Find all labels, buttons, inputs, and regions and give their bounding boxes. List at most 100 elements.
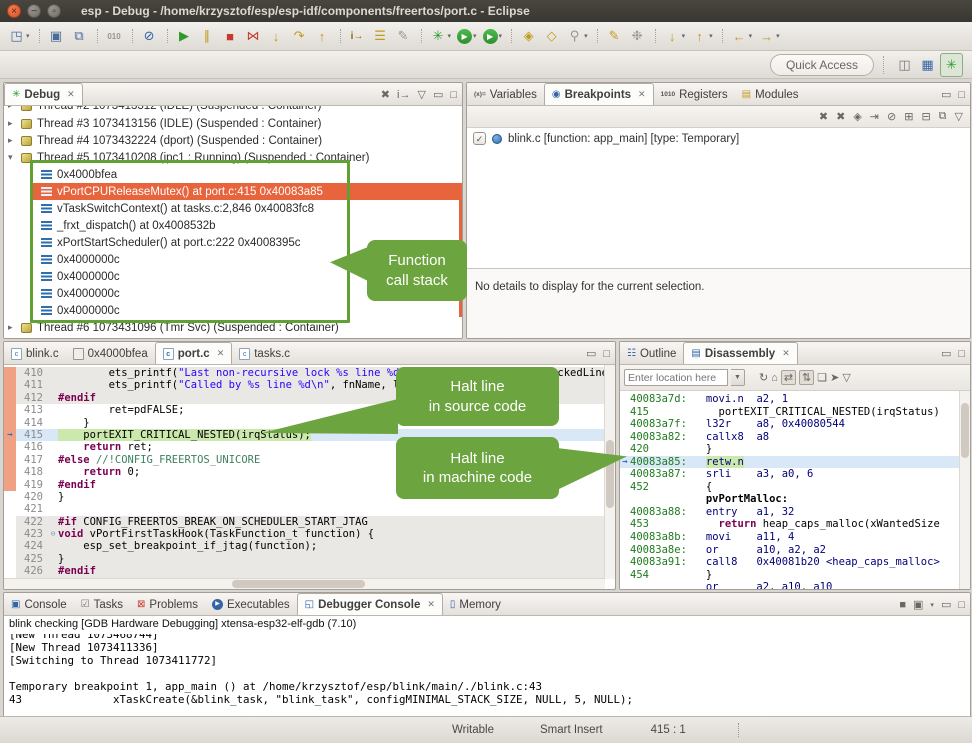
expand-toggle-icon[interactable]: ▸ <box>8 118 21 129</box>
debug-icon[interactable]: ✳▾ <box>428 25 454 47</box>
code-line[interactable]: 422#if CONFIG_FREERTOS_BREAK_ON_SCHEDULE… <box>4 516 605 528</box>
cpp-perspective-icon[interactable]: ▦ <box>917 54 938 76</box>
view-tab[interactable]: ☑ Tasks ✕ <box>74 594 130 615</box>
location-input[interactable] <box>624 369 728 386</box>
code-line[interactable]: 426#endif <box>4 565 605 577</box>
dropdown-arrow-icon[interactable]: ▾ <box>749 32 753 40</box>
home-icon[interactable]: ⌂ <box>771 372 778 384</box>
scrollbar-thumb[interactable] <box>961 403 969 458</box>
code-line[interactable]: 420 } <box>620 443 960 456</box>
code-line[interactable]: or a2, a10, a10 <box>620 581 960 589</box>
code-line[interactable]: 454 } <box>620 569 960 582</box>
view-tab[interactable]: 1010 Registers ✕ <box>654 84 735 105</box>
last-edit-location-icon[interactable]: ↓▾ <box>662 25 688 47</box>
remove-breakpoint-icon[interactable]: ✖ <box>819 110 828 123</box>
step-return-icon[interactable]: ↑▾ <box>312 25 333 47</box>
skip-all-breakpoints-icon[interactable]: ⊘▾ <box>139 25 160 47</box>
view-tab[interactable]: ⊠ Problems ✕ <box>130 594 205 615</box>
minimize-icon[interactable]: ▭ <box>941 347 951 360</box>
scrollbar-thumb[interactable] <box>232 580 364 588</box>
maximize-icon[interactable]: □ <box>603 348 610 360</box>
instruction-stepping-mode-icon[interactable]: i→ <box>397 89 410 101</box>
new-view-icon[interactable]: ❏ <box>817 371 827 384</box>
display-selected-console-icon[interactable]: ▣ <box>913 598 923 611</box>
breakpoint-item[interactable]: ✓ blink.c [function: app_main] [type: Te… <box>467 128 970 149</box>
code-line[interactable]: 40083a7d: movi.n a2, 1 <box>620 393 960 406</box>
minimize-icon[interactable]: ▭ <box>941 88 951 101</box>
minimize-icon[interactable]: ▭ <box>586 347 596 360</box>
code-line[interactable]: pvPortMalloc: <box>620 493 960 506</box>
editor-tab[interactable]: c port.c ✕ <box>155 342 233 364</box>
edit-step-filters-icon[interactable]: ✎▾ <box>393 25 414 47</box>
forward-icon[interactable]: →▾ <box>756 25 782 47</box>
view-tab[interactable]: (x)= Variables ✕ <box>467 84 544 105</box>
mark-occurrences-icon[interactable]: ✎▾ <box>604 25 625 47</box>
window-maximize-button[interactable]: ▫ <box>47 4 61 18</box>
goto-last-position-icon[interactable]: ↑▾ <box>689 25 715 47</box>
collapse-all-icon[interactable]: ⊟ <box>921 110 930 123</box>
goto-breakpoint-file-icon[interactable]: ⇥ <box>870 110 879 123</box>
external-tools-icon[interactable]: ▶▾ <box>481 25 505 47</box>
window-close-button[interactable]: × <box>7 4 21 18</box>
refresh-view-icon[interactable]: ↻ <box>759 371 768 384</box>
binary-view-icon[interactable]: 010▾ <box>104 25 125 47</box>
view-tab[interactable]: ▣ Console ✕ <box>4 594 74 615</box>
close-tab-icon[interactable]: ✕ <box>782 348 790 359</box>
code-line[interactable]: →40083a85: retw.n <box>620 456 960 469</box>
open-perspective-icon[interactable]: ◫ <box>894 54 915 76</box>
view-tab[interactable]: ▤ Disassembly ✕ <box>683 342 797 364</box>
scrollbar-thumb[interactable] <box>606 440 614 508</box>
remove-all-terminated-icon[interactable]: ✖ <box>381 88 390 101</box>
editor-tab[interactable]: 0x4000bfea ✕ <box>66 343 155 364</box>
code-line[interactable]: 40083a82: callx8 a8 <box>620 431 960 444</box>
open-type-icon[interactable]: ◈▾ <box>518 25 539 47</box>
expand-toggle-icon[interactable]: ▸ <box>8 322 21 333</box>
show-breakpoints-supported-icon[interactable]: ◈ <box>853 110 861 123</box>
code-line[interactable]: 40083a8e: or a10, a2, a2 <box>620 544 960 557</box>
dropdown-arrow-icon[interactable]: ▾ <box>709 32 713 40</box>
minimize-icon[interactable]: ▭ <box>941 598 951 611</box>
code-line[interactable]: 424 esp_set_breakpoint_if_jtag(function)… <box>4 540 605 552</box>
dropdown-arrow-icon[interactable]: ▾ <box>26 32 30 40</box>
maximize-icon[interactable]: □ <box>958 89 965 101</box>
save-icon[interactable]: ▣▾ <box>46 25 67 47</box>
disconnect-icon[interactable]: ⋈▾ <box>243 25 264 47</box>
view-tab[interactable]: ◉ Breakpoints ✕ <box>544 83 654 105</box>
search-icon[interactable]: ⚲▾ <box>564 25 590 47</box>
editor-tab[interactable]: c blink.c ✕ <box>4 343 66 364</box>
maximize-icon[interactable]: □ <box>958 599 965 611</box>
disassembly-code-area[interactable]: 40083a7d: movi.n a2, 1415 portEXIT_CRITI… <box>620 391 960 589</box>
minimize-icon[interactable]: ▭ <box>433 88 443 101</box>
code-line[interactable]: 425} <box>4 553 605 565</box>
dropdown-arrow-icon[interactable]: ▾ <box>584 32 588 40</box>
debug-tree-row[interactable]: ▸ Thread #4 1073432224 (dport) (Suspende… <box>4 132 462 149</box>
expand-toggle-icon[interactable]: ▸ <box>8 106 21 111</box>
expand-all-icon[interactable]: ⊞ <box>904 110 913 123</box>
sync-with-active-context-icon[interactable]: ⇄ <box>781 370 796 385</box>
close-tab-icon[interactable]: ✕ <box>638 89 646 100</box>
open-resource-icon[interactable]: ◇▾ <box>541 25 562 47</box>
step-over-icon[interactable]: ↷▾ <box>289 25 310 47</box>
terminate-icon[interactable]: ■▾ <box>220 25 241 47</box>
debug-perspective-icon[interactable]: ✳ <box>940 53 963 77</box>
tab-debug[interactable]: ✳ Debug ✕ <box>4 83 83 105</box>
use-step-filters-icon[interactable]: ☰▾ <box>370 25 391 47</box>
skip-all-breakpoints-icon[interactable]: ⊘ <box>887 110 896 123</box>
view-tab[interactable]: ▤ Modules ✕ <box>735 84 806 105</box>
remove-all-breakpoints-icon[interactable]: ✖ <box>836 110 845 123</box>
close-tab-icon[interactable]: ✕ <box>427 599 435 610</box>
debug-tree-row[interactable]: ▸ Thread #3 1073413156 (IDLE) (Suspended… <box>4 115 462 132</box>
editor-vertical-scrollbar[interactable] <box>604 365 615 579</box>
dropdown-arrow-icon[interactable]: ▾ <box>448 32 452 40</box>
debug-tree-row[interactable]: ▸ Thread #2 1073413312 (IDLE) (Suspended… <box>4 106 462 115</box>
maximize-icon[interactable]: □ <box>958 348 965 360</box>
view-menu-icon[interactable]: ▽ <box>417 88 425 101</box>
disassembly-scrollbar[interactable] <box>959 391 970 589</box>
code-line[interactable]: 421 <box>4 503 605 515</box>
code-line[interactable]: 423⊖void vPortFirstTaskHook(TaskFunction… <box>4 528 605 540</box>
editor-horizontal-scrollbar[interactable] <box>4 578 605 589</box>
expand-toggle-icon[interactable]: ▸ <box>8 135 21 146</box>
close-tab-icon[interactable]: ✕ <box>217 348 225 359</box>
view-tab[interactable]: ▶ Executables ✕ <box>205 594 297 615</box>
console-dropdown-icon[interactable]: ▾ <box>930 601 934 609</box>
